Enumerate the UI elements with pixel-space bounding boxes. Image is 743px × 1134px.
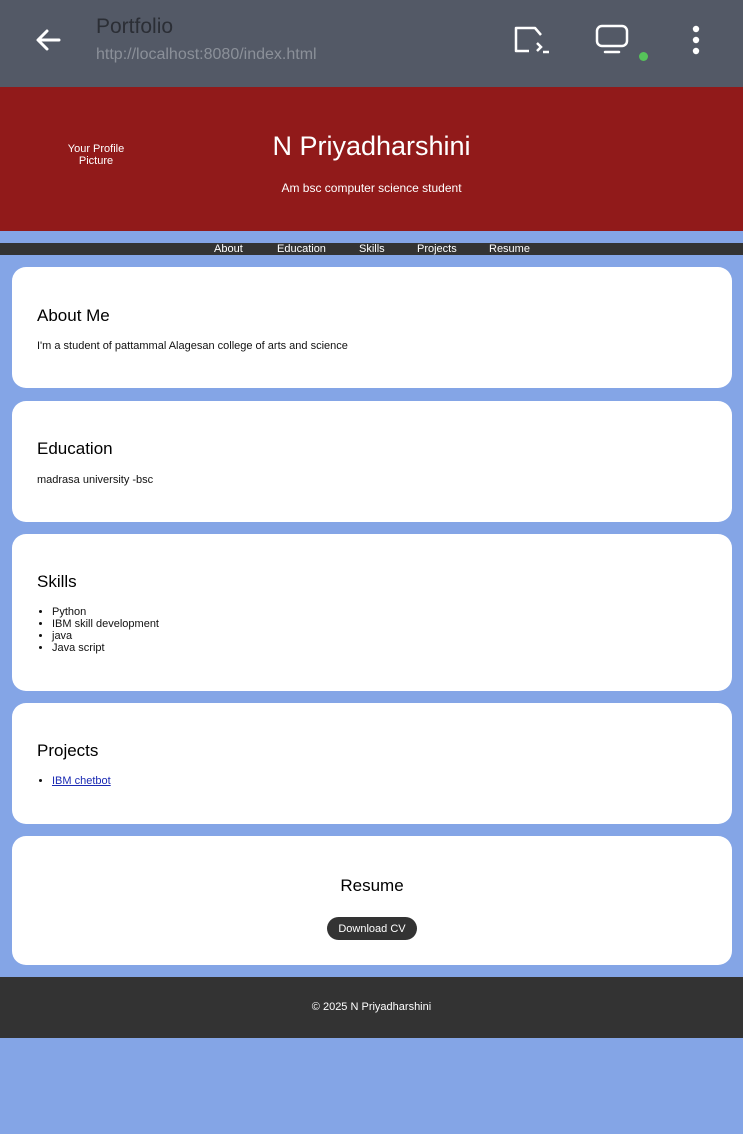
footer-text: © 2025 N Priyadharshini (311, 1001, 432, 1013)
footer: © 2025 N Priyadharshini (0, 977, 743, 1038)
list-item: IBM chetbot (52, 775, 111, 787)
about-section: About Me I'm a student of pattammal Alag… (12, 267, 732, 388)
browser-page-title: Portfolio (96, 15, 174, 38)
list-item: IBM skill development (52, 618, 159, 630)
list-item: java (52, 630, 159, 642)
menu-button[interactable] (676, 20, 716, 60)
skills-heading: Skills (37, 572, 77, 591)
resume-heading: Resume (340, 876, 404, 895)
devices-button[interactable] (592, 20, 632, 60)
education-section: Education madrasa university -bsc (12, 401, 732, 522)
cast-button[interactable] (510, 20, 550, 60)
projects-list: IBM chetbot (37, 775, 111, 787)
resume-section: Resume Download CV (12, 836, 732, 965)
download-cv-button[interactable]: Download CV (327, 917, 417, 940)
monitor-icon (595, 24, 629, 54)
skills-section: Skills Python IBM skill development java… (12, 534, 732, 691)
nav-about[interactable]: About (214, 243, 243, 255)
education-text: madrasa university -bsc (37, 474, 154, 486)
education-heading: Education (37, 439, 113, 458)
nav-bar: About Education Skills Projects Resume (0, 243, 743, 255)
site-tagline: Am bsc computer science student (281, 181, 462, 195)
more-vertical-icon (692, 25, 700, 55)
project-link[interactable]: IBM chetbot (52, 775, 111, 787)
projects-heading: Projects (37, 741, 99, 760)
list-item: Python (52, 606, 159, 618)
nav-projects[interactable]: Projects (417, 243, 457, 255)
projects-section: Projects IBM chetbot (12, 703, 732, 824)
site-name: N Priyadharshini (272, 131, 471, 161)
list-item: Java script (52, 642, 159, 654)
browser-url[interactable]: http://localhost:8080/index.html (96, 46, 317, 64)
nav-resume[interactable]: Resume (489, 243, 530, 255)
back-button[interactable] (28, 20, 68, 60)
arrow-left-icon (36, 29, 61, 51)
site-header: Your Profile Picture N Priyadharshini Am… (0, 87, 743, 231)
nav-skills[interactable]: Skills (359, 243, 385, 255)
cast-icon (514, 26, 549, 54)
status-dot (639, 52, 648, 61)
about-text: I'm a student of pattammal Alagesan coll… (37, 340, 348, 352)
browser-toolbar: Portfolio http://localhost:8080/index.ht… (0, 0, 743, 87)
about-heading: About Me (37, 306, 110, 325)
skills-list: Python IBM skill development java Java s… (37, 606, 159, 654)
nav-education[interactable]: Education (277, 243, 326, 255)
